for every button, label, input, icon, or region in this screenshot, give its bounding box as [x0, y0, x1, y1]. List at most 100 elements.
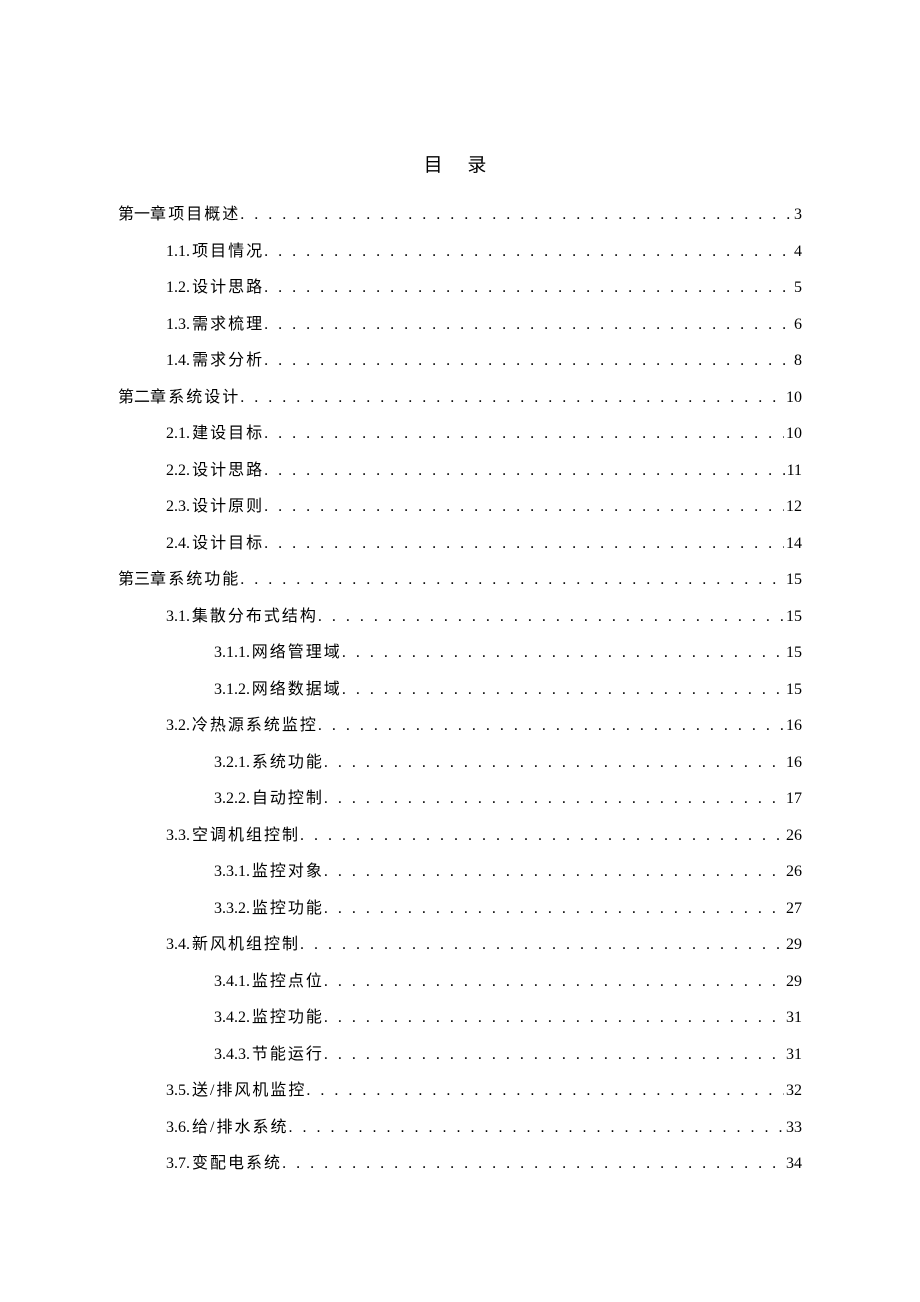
toc-entry-leader-dots — [324, 755, 784, 771]
toc-entry: 3.3.1.监控对象26 — [118, 864, 802, 880]
toc-entry-number: 3.2.2. — [214, 791, 250, 807]
toc-entry: 3.4.1.监控点位 29 — [118, 974, 802, 990]
toc-entry-leader-dots — [264, 317, 792, 333]
toc-entry: 3.2.1.系统功能16 — [118, 755, 802, 771]
toc-entry-page: 34 — [784, 1156, 802, 1172]
toc-entry-leader-dots — [264, 536, 784, 552]
toc-entry-page: 4 — [792, 244, 802, 260]
toc-entry: 1.4.需求分析8 — [118, 353, 802, 369]
toc-entry-leader-dots — [324, 864, 784, 880]
toc-entry: 3.1.2.网络数据域15 — [118, 682, 802, 698]
toc-entry-leader-dots — [306, 1083, 784, 1099]
toc-entry-page: 26 — [784, 828, 802, 844]
toc-entry-leader-dots — [324, 791, 784, 807]
toc-entry: 2.3.设计原则 12 — [118, 499, 802, 515]
toc-entry: 3.5.送/排风机监控32 — [118, 1083, 802, 1099]
toc-entry-label: 自动控制 — [252, 791, 324, 807]
toc-entry-page: 31 — [784, 1010, 802, 1026]
toc-entry-leader-dots — [324, 1010, 784, 1026]
toc-entry-number: 2.2. — [166, 463, 190, 479]
toc-list: 第一章项目概述31.1.项目情况41.2.设计思路51.3.需求梳理61.4.需… — [118, 207, 802, 1172]
toc-entry-number: 3.4.1. — [214, 974, 250, 990]
toc-entry-leader-dots — [342, 645, 784, 661]
toc-entry-label: 节能运行 — [252, 1047, 324, 1063]
toc-entry-number: 第三章 — [118, 572, 166, 588]
toc-entry-leader-dots — [240, 572, 784, 588]
toc-entry-label: 监控功能 — [252, 901, 324, 917]
toc-entry-leader-dots — [264, 463, 784, 479]
toc-entry-label: 建设目标 — [192, 426, 264, 442]
toc-entry: 3.4.2.监控功能31 — [118, 1010, 802, 1026]
toc-entry-label: 集散分布式结构 — [192, 609, 318, 625]
toc-entry-page: 29 — [784, 974, 802, 990]
toc-entry-label: 项目情况 — [192, 244, 264, 260]
toc-entry-number: 2.1. — [166, 426, 190, 442]
toc-entry-leader-dots — [240, 390, 784, 406]
toc-entry-number: 2.3. — [166, 499, 190, 515]
toc-entry-page: 12 — [784, 499, 802, 515]
toc-entry-label: 项目概述 — [168, 207, 240, 223]
toc-entry-leader-dots — [264, 280, 792, 296]
toc-entry-label: 给/排水系统 — [192, 1120, 288, 1136]
toc-entry-page: 10 — [784, 426, 802, 442]
toc-entry-label: 设计思路 — [192, 280, 264, 296]
toc-entry-number: 1.3. — [166, 317, 190, 333]
toc-entry: 3.4.3.节能运行31 — [118, 1047, 802, 1063]
toc-entry: 1.1.项目情况 4 — [118, 244, 802, 260]
toc-entry-label: 新风机组控制 — [192, 937, 300, 953]
toc-entry-leader-dots — [264, 244, 792, 260]
toc-page: 目 录 第一章项目概述31.1.项目情况41.2.设计思路51.3.需求梳理61… — [0, 0, 920, 1293]
toc-entry-number: 3.4. — [166, 937, 190, 953]
toc-entry-number: 3.4.3. — [214, 1047, 250, 1063]
toc-entry-page: 16 — [784, 755, 802, 771]
toc-entry-leader-dots — [240, 207, 792, 223]
toc-entry-number: 2.4. — [166, 536, 190, 552]
toc-entry-leader-dots — [264, 499, 784, 515]
toc-entry-number: 3.3.2. — [214, 901, 250, 917]
toc-entry-page: 26 — [784, 864, 802, 880]
toc-entry-label: 设计思路 — [192, 463, 264, 479]
toc-entry-label: 变配电系统 — [192, 1156, 282, 1172]
toc-entry-page: 32 — [784, 1083, 802, 1099]
toc-entry-page: 16 — [784, 718, 802, 734]
toc-entry-number: 3.7. — [166, 1156, 190, 1172]
toc-entry-leader-dots — [288, 1120, 784, 1136]
toc-entry: 3.7.变配电系统 34 — [118, 1156, 802, 1172]
toc-entry: 第一章项目概述3 — [118, 207, 802, 223]
toc-entry-number: 3.1.2. — [214, 682, 250, 698]
toc-entry: 3.2.2.自动控制17 — [118, 791, 802, 807]
toc-entry-number: 3.3. — [166, 828, 190, 844]
toc-entry-number: 3.4.2. — [214, 1010, 250, 1026]
toc-entry-leader-dots — [282, 1156, 784, 1172]
toc-entry-label: 需求梳理 — [192, 317, 264, 333]
toc-entry-leader-dots — [324, 901, 784, 917]
toc-entry-leader-dots — [264, 426, 784, 442]
toc-entry-number: 1.1. — [166, 244, 190, 260]
toc-entry-label: 设计目标 — [192, 536, 264, 552]
toc-entry-page: 14 — [784, 536, 802, 552]
toc-entry-number: 第二章 — [118, 390, 166, 406]
toc-entry-label: 需求分析 — [192, 353, 264, 369]
toc-entry-page: 15 — [784, 682, 802, 698]
toc-entry-page: 15 — [784, 609, 802, 625]
toc-entry-page: 15 — [784, 645, 802, 661]
toc-entry-label: 设计原则 — [192, 499, 264, 515]
toc-entry-leader-dots — [300, 828, 784, 844]
toc-entry: 2.4.设计目标 14 — [118, 536, 802, 552]
toc-entry-number: 3.1. — [166, 609, 190, 625]
toc-entry-leader-dots — [324, 1047, 784, 1063]
toc-entry-number: 3.2. — [166, 718, 190, 734]
toc-entry-page: 8 — [792, 353, 802, 369]
toc-entry: 1.3.需求梳理6 — [118, 317, 802, 333]
toc-entry: 3.1.集散分布式结构 15 — [118, 609, 802, 625]
toc-entry-number: 3.2.1. — [214, 755, 250, 771]
toc-entry-page: 5 — [792, 280, 802, 296]
toc-entry-label: 空调机组控制 — [192, 828, 300, 844]
toc-entry-label: 监控对象 — [252, 864, 324, 880]
toc-entry: 第三章系统功能15 — [118, 572, 802, 588]
toc-entry-label: 监控点位 — [252, 974, 324, 990]
toc-entry-label: 网络管理域 — [252, 645, 342, 661]
toc-entry-page: 33 — [784, 1120, 802, 1136]
toc-entry-number: 1.2. — [166, 280, 190, 296]
toc-entry-leader-dots — [324, 974, 784, 990]
